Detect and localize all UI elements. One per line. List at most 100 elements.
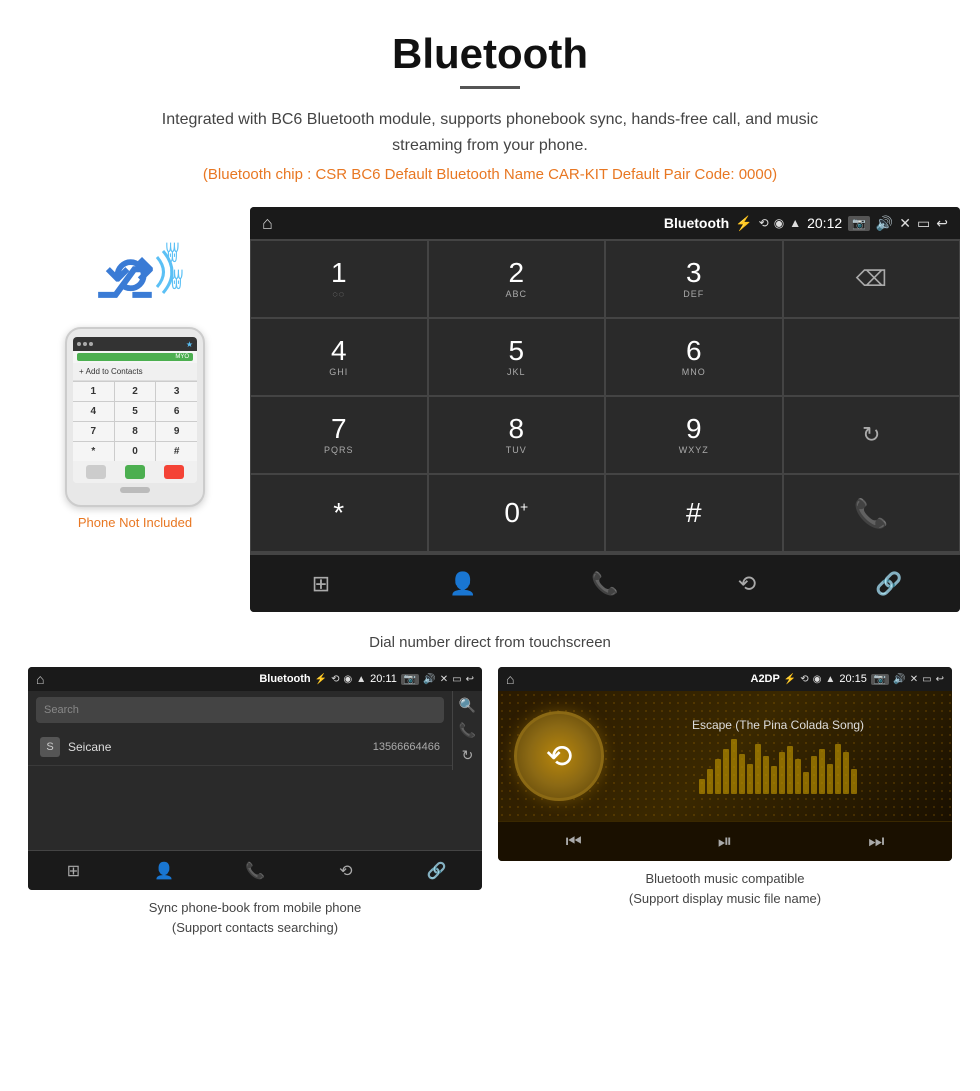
- phone-key-6[interactable]: 6: [156, 402, 197, 421]
- pb-search-icon[interactable]: 🔍: [459, 697, 476, 714]
- key-2[interactable]: 2 ABC: [428, 240, 606, 318]
- music-camera-icon[interactable]: 📷: [871, 674, 889, 685]
- phone-key-4[interactable]: 4: [73, 402, 114, 421]
- nav-apps[interactable]: ⊞: [250, 555, 392, 612]
- key-call-green[interactable]: 📞: [783, 474, 961, 552]
- key-3[interactable]: 3 DEF: [605, 240, 783, 318]
- music-vol-icon[interactable]: 🔊: [893, 674, 905, 685]
- pb-sig-icon: ▲: [356, 674, 366, 685]
- dialpad-status-bar: ⌂ Bluetooth ⚡ ⟲ ◉ ▲ 20:12 📷 🔊 ✕ ▭ ↩: [250, 207, 960, 239]
- key-4[interactable]: 4 GHI: [250, 318, 428, 396]
- pb-nav-contacts[interactable]: 👤: [119, 851, 210, 890]
- pb-contact-row[interactable]: S Seicane 13566664466: [28, 729, 452, 766]
- key-0[interactable]: 0+: [428, 474, 606, 552]
- location-icon: ◉: [774, 216, 784, 230]
- pb-title: Bluetooth: [259, 673, 310, 685]
- phone-key-3[interactable]: 3: [156, 382, 197, 401]
- eq-bar: [699, 779, 705, 794]
- phone-key-7[interactable]: 7: [73, 422, 114, 441]
- close-icon[interactable]: ✕: [899, 215, 911, 232]
- phone-call-btn[interactable]: [125, 465, 145, 479]
- phone-key-hash[interactable]: #: [156, 442, 197, 461]
- key-empty-bottom-2: [428, 552, 606, 554]
- pb-action-icons: 🔍 📞 ↻: [452, 691, 482, 770]
- phone-key-9[interactable]: 9: [156, 422, 197, 441]
- phone-key-5[interactable]: 5: [115, 402, 156, 421]
- spec-line: (Bluetooth chip : CSR BC6 Default Blueto…: [20, 166, 960, 183]
- key-hash[interactable]: #: [605, 474, 783, 552]
- key-7[interactable]: 7 PQRS: [250, 396, 428, 474]
- key-refresh[interactable]: ↻: [783, 396, 961, 474]
- pb-full-icon[interactable]: ▭: [452, 674, 461, 685]
- phone-key-1[interactable]: 1: [73, 382, 114, 401]
- pb-spacer: [28, 770, 482, 850]
- phone-green-bar: MYO: [77, 353, 193, 361]
- key-1[interactable]: 1 ◌◌: [250, 240, 428, 318]
- key-call-red[interactable]: [783, 552, 961, 554]
- pb-camera-icon[interactable]: 📷: [401, 674, 419, 685]
- eq-bar: [851, 769, 857, 794]
- eq-bar: [747, 764, 753, 794]
- nav-contacts[interactable]: 👤: [392, 555, 534, 612]
- key-6[interactable]: 6 MNO: [605, 318, 783, 396]
- music-content: ⟲ Escape (The Pina Colada Song): [498, 691, 952, 821]
- music-next-btn[interactable]: ⏭: [801, 822, 952, 861]
- phone-key-0[interactable]: 0: [115, 442, 156, 461]
- pb-sync-icon[interactable]: ↻: [462, 747, 474, 764]
- pb-nav-bt[interactable]: ⟲: [300, 851, 391, 890]
- nav-bluetooth[interactable]: ⟲: [676, 555, 818, 612]
- pb-time: 20:11: [370, 673, 397, 685]
- phone-key-star[interactable]: *: [73, 442, 114, 461]
- phone-home-button[interactable]: [120, 487, 150, 493]
- key-backspace[interactable]: ⌫: [783, 240, 961, 318]
- eq-bar: [715, 759, 721, 794]
- music-home-icon[interactable]: ⌂: [506, 671, 514, 687]
- contact-name: Seicane: [68, 740, 365, 754]
- eq-bar: [819, 749, 825, 794]
- back-icon[interactable]: ↩: [936, 215, 948, 232]
- pb-call-icon[interactable]: 📞: [459, 722, 476, 739]
- phone-keypad: 1 2 3 4 5 6 7 8 9 * 0 #: [73, 381, 197, 461]
- music-eq-bars: [620, 744, 936, 794]
- camera-icon[interactable]: 📷: [848, 216, 870, 231]
- pb-back-icon[interactable]: ↩: [466, 674, 474, 685]
- eq-bar: [739, 754, 745, 794]
- phone-key-8[interactable]: 8: [115, 422, 156, 441]
- music-back-icon[interactable]: ↩: [936, 674, 944, 685]
- bluetooth-icon: ⟲: [105, 247, 147, 305]
- nav-link[interactable]: 🔗: [818, 555, 960, 612]
- key-8[interactable]: 8 TUV: [428, 396, 606, 474]
- music-controls: ⏮ ⏯ ⏭: [498, 821, 952, 861]
- phone-cancel-btn[interactable]: [86, 465, 106, 479]
- pb-home-icon[interactable]: ⌂: [36, 671, 44, 687]
- music-right-icons: 📷 🔊 ✕ ▭ ↩: [871, 674, 944, 685]
- page-subtitle: Integrated with BC6 Bluetooth module, su…: [140, 107, 840, 158]
- pb-main: Search S Seicane 13566664466: [28, 691, 452, 770]
- nav-phone[interactable]: 📞: [534, 555, 676, 612]
- usb-icon: ⚡: [735, 215, 752, 232]
- pb-close-icon[interactable]: ✕: [440, 674, 448, 685]
- pb-nav-phone[interactable]: 📞: [210, 851, 301, 890]
- volume-icon[interactable]: 🔊: [876, 215, 893, 232]
- music-prev-btn[interactable]: ⏮: [498, 822, 649, 861]
- pb-caption: Sync phone-book from mobile phone (Suppo…: [149, 898, 361, 937]
- music-song-title: Escape (The Pina Colada Song): [620, 718, 936, 732]
- eq-bar: [707, 769, 713, 794]
- phone-end-btn[interactable]: [164, 465, 184, 479]
- home-icon[interactable]: ⌂: [262, 213, 273, 234]
- pb-nav-apps[interactable]: ⊞: [28, 851, 119, 890]
- pb-search-bar[interactable]: Search: [36, 697, 444, 723]
- fullscreen-icon[interactable]: ▭: [917, 215, 930, 232]
- key-9[interactable]: 9 WXYZ: [605, 396, 783, 474]
- eq-bar: [843, 752, 849, 794]
- eq-bar: [787, 746, 793, 794]
- music-close-icon[interactable]: ✕: [910, 674, 918, 685]
- phone-key-2[interactable]: 2: [115, 382, 156, 401]
- music-play-pause-btn[interactable]: ⏯: [649, 822, 800, 861]
- pb-vol-icon[interactable]: 🔊: [423, 674, 435, 685]
- pb-nav-link[interactable]: 🔗: [391, 851, 482, 890]
- key-star[interactable]: *: [250, 474, 428, 552]
- bottom-nav: ⊞ 👤 📞 ⟲ 🔗: [250, 554, 960, 612]
- music-full-icon[interactable]: ▭: [922, 674, 931, 685]
- key-5[interactable]: 5 JKL: [428, 318, 606, 396]
